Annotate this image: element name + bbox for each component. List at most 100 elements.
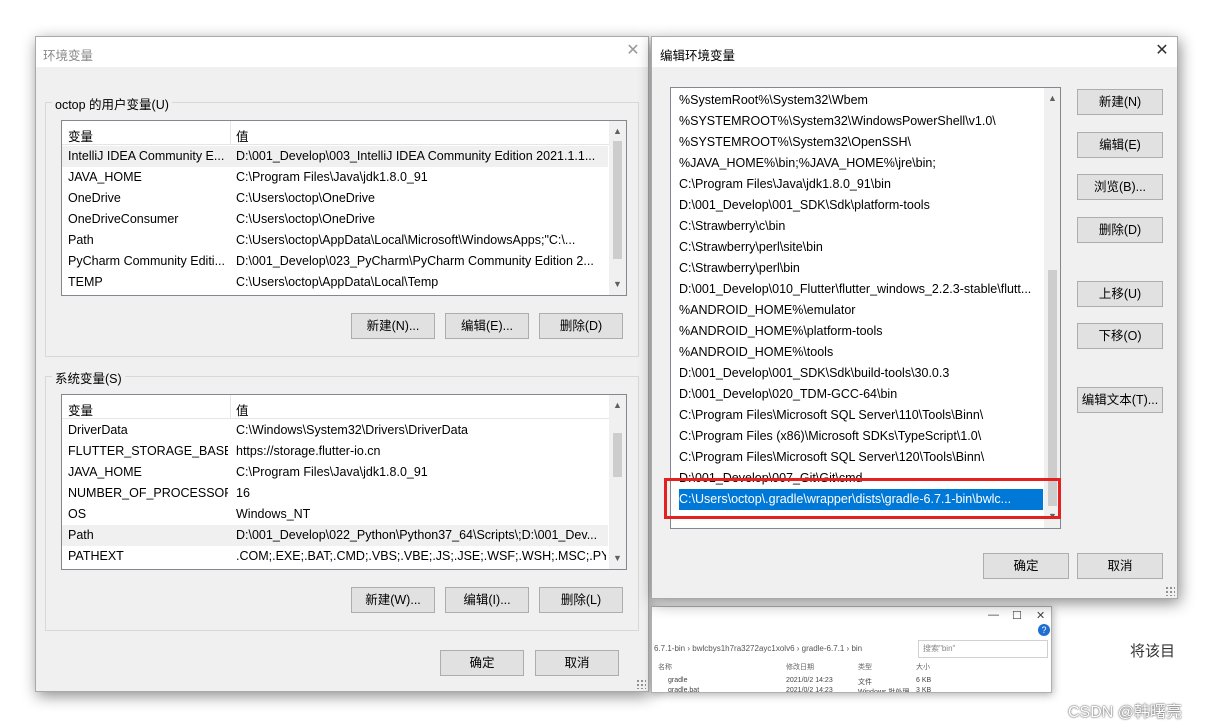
variable-name: JAVA_HOME [68, 170, 142, 184]
file-date: 2021/0/2 14:23 [786, 687, 833, 693]
list-item[interactable]: %ANDROID_HOME%\platform-tools [679, 321, 1043, 342]
list-item[interactable]: %ANDROID_HOME%\emulator [679, 300, 1043, 321]
user-variables-list[interactable]: 变量 值 IntelliJ IDEA Community E... D:\001_… [61, 120, 627, 296]
list-item[interactable]: C:\Program Files (x86)\Microsoft SDKs\Ty… [679, 426, 1043, 447]
vertical-scrollbar[interactable]: ▲ ▼ [609, 121, 626, 295]
list-item[interactable]: D:\001_Develop\001_SDK\Sdk\build-tools\3… [679, 363, 1043, 384]
table-row[interactable]: OneDrive C:\Users\octop\OneDrive [62, 188, 608, 209]
file-name[interactable]: gradle [668, 677, 687, 684]
vertical-scrollbar[interactable]: ▲ ▼ [1044, 88, 1060, 528]
variable-value: C:\Users\octop\OneDrive [236, 191, 375, 205]
search-input[interactable]: 搜索"bin" [918, 640, 1048, 658]
table-row[interactable]: FLUTTER_STORAGE_BASE_... https://storage.… [62, 441, 608, 462]
scroll-up-icon[interactable]: ▲ [1044, 90, 1060, 107]
user-edit-button[interactable]: 编辑(E)... [445, 313, 529, 339]
column-header-variable[interactable]: 变量 [68, 126, 93, 145]
user-new-button[interactable]: 新建(N)... [351, 313, 435, 339]
scroll-up-icon[interactable]: ▲ [609, 397, 626, 414]
column-header-type[interactable]: 类型 [858, 662, 872, 672]
table-row[interactable]: Path C:\Users\octop\AppData\Local\Microso… [62, 230, 608, 251]
list-item[interactable]: %JAVA_HOME%\bin;%JAVA_HOME%\jre\bin; [679, 153, 1043, 174]
table-row[interactable]: IntelliJ IDEA Community E... D:\001_Devel… [62, 146, 608, 167]
close-icon[interactable]: ✕ [1036, 609, 1045, 622]
user-delete-button[interactable]: 删除(D) [539, 313, 623, 339]
variable-value: https://storage.flutter-io.cn [236, 444, 381, 458]
column-header-name[interactable]: 名称 [658, 662, 672, 672]
table-row[interactable]: OS Windows_NT [62, 504, 608, 525]
cancel-button[interactable]: 取消 [1077, 553, 1163, 579]
list-item[interactable]: %SYSTEMROOT%\System32\OpenSSH\ [679, 132, 1043, 153]
system-variables-list[interactable]: 变量 值 DriverData C:\Windows\System32\Drive… [61, 394, 627, 570]
list-item[interactable]: %ANDROID_HOME%\tools [679, 342, 1043, 363]
column-header-date[interactable]: 修改日期 [786, 662, 814, 672]
move-down-button[interactable]: 下移(O) [1077, 323, 1163, 349]
list-item[interactable]: D:\001_Develop\020_TDM-GCC-64\bin [679, 384, 1043, 405]
table-row[interactable]: JAVA_HOME C:\Program Files\Java\jdk1.8.0_… [62, 167, 608, 188]
variable-name: OS [68, 507, 87, 521]
resize-grip[interactable] [1165, 586, 1175, 596]
list-item[interactable]: C:\Program Files\Microsoft SQL Server\12… [679, 447, 1043, 468]
list-item[interactable]: C:\Strawberry\c\bin [679, 216, 1043, 237]
file-type: 文件 [858, 679, 872, 686]
variable-value: D:\001_Develop\023_PyCharm\PyCharm Commu… [236, 254, 594, 268]
scroll-thumb[interactable] [613, 433, 622, 477]
column-header-value[interactable]: 值 [236, 126, 249, 145]
move-up-button[interactable]: 上移(U) [1077, 281, 1163, 307]
scroll-down-icon[interactable]: ▼ [609, 550, 626, 567]
ok-button[interactable]: 确定 [440, 650, 524, 676]
table-row[interactable]: JAVA_HOME C:\Program Files\Java\jdk1.8.0_… [62, 462, 608, 483]
system-new-button[interactable]: 新建(W)... [351, 587, 435, 613]
scroll-thumb[interactable] [1048, 270, 1057, 506]
minimize-icon[interactable]: — [988, 609, 999, 621]
table-row[interactable]: DriverData C:\Windows\System32\Drivers\Dr… [62, 420, 608, 441]
edit-text-button[interactable]: 编辑文本(T)... [1077, 387, 1163, 413]
list-item[interactable]: C:\Program Files\Microsoft SQL Server\11… [679, 405, 1043, 426]
list-item[interactable]: D:\001_Develop\010_Flutter\flutter_windo… [679, 279, 1043, 300]
system-delete-button[interactable]: 删除(L) [539, 587, 623, 613]
list-item[interactable]: D:\001_Develop\001_SDK\Sdk\platform-tool… [679, 195, 1043, 216]
new-button[interactable]: 新建(N) [1077, 89, 1163, 115]
column-header-variable[interactable]: 变量 [68, 400, 93, 419]
table-row[interactable]: PyCharm Community Editi... D:\001_Develop… [62, 251, 608, 272]
column-header-value[interactable]: 值 [236, 400, 249, 419]
scroll-down-icon[interactable]: ▼ [609, 276, 626, 293]
title-bar: 环境变量 ✕ [36, 37, 648, 67]
address-bar[interactable]: 6.7.1-bin › bwlcbys1h7ra3272ayc1xolv6 › … [654, 640, 916, 658]
file-explorer-window: — ☐ ✕ ? 6.7.1-bin › bwlcbys1h7ra3272ayc1… [651, 606, 1052, 693]
delete-button[interactable]: 删除(D) [1077, 217, 1163, 243]
variable-name: DriverData [68, 423, 128, 437]
close-icon[interactable]: ✕ [1153, 42, 1171, 60]
list-header: 变量 值 [62, 395, 626, 419]
variable-value: C:\Program Files\Java\jdk1.8.0_91 [236, 170, 428, 184]
resize-grip[interactable] [636, 679, 646, 689]
help-icon[interactable]: ? [1038, 624, 1050, 636]
system-edit-button[interactable]: 编辑(I)... [445, 587, 529, 613]
vertical-scrollbar[interactable]: ▲ ▼ [609, 395, 626, 569]
list-header: 变量 值 [62, 121, 626, 145]
table-row[interactable]: Path D:\001_Develop\022_Python\Python37_6… [62, 525, 608, 546]
scroll-thumb[interactable] [613, 141, 622, 259]
list-item[interactable]: %SystemRoot%\System32\Wbem [679, 90, 1043, 111]
browse-button[interactable]: 浏览(B)... [1077, 174, 1163, 200]
variable-name: PyCharm Community Editi... [68, 254, 225, 268]
list-item[interactable]: C:\Strawberry\perl\site\bin [679, 237, 1043, 258]
path-list[interactable]: %SystemRoot%\System32\Wbem %SYSTEMROOT%\S… [670, 87, 1061, 529]
file-name[interactable]: gradle.bat [668, 687, 699, 692]
table-row[interactable]: NUMBER_OF_PROCESSORS 16 [62, 483, 608, 504]
close-icon[interactable]: ✕ [624, 42, 642, 60]
list-item[interactable]: %SYSTEMROOT%\System32\WindowsPowerShell\… [679, 111, 1043, 132]
variable-value: Windows_NT [236, 507, 311, 521]
list-item[interactable]: C:\Program Files\Java\jdk1.8.0_91\bin [679, 174, 1043, 195]
ok-button[interactable]: 确定 [983, 553, 1069, 579]
maximize-icon[interactable]: ☐ [1012, 609, 1022, 622]
table-row[interactable]: TEMP C:\Users\octop\AppData\Local\Temp [62, 272, 608, 293]
list-item[interactable]: C:\Strawberry\perl\bin [679, 258, 1043, 279]
scroll-up-icon[interactable]: ▲ [609, 123, 626, 140]
column-header-size[interactable]: 大小 [916, 662, 930, 672]
cancel-button[interactable]: 取消 [535, 650, 619, 676]
variable-name: TEMP [68, 275, 103, 289]
table-row[interactable]: PATHEXT .COM;.EXE;.BAT;.CMD;.VBS;.VBE;.JS… [62, 546, 608, 567]
edit-button[interactable]: 编辑(E) [1077, 132, 1163, 158]
table-row[interactable]: OneDriveConsumer C:\Users\octop\OneDrive [62, 209, 608, 230]
variable-name: OneDriveConsumer [68, 212, 179, 226]
